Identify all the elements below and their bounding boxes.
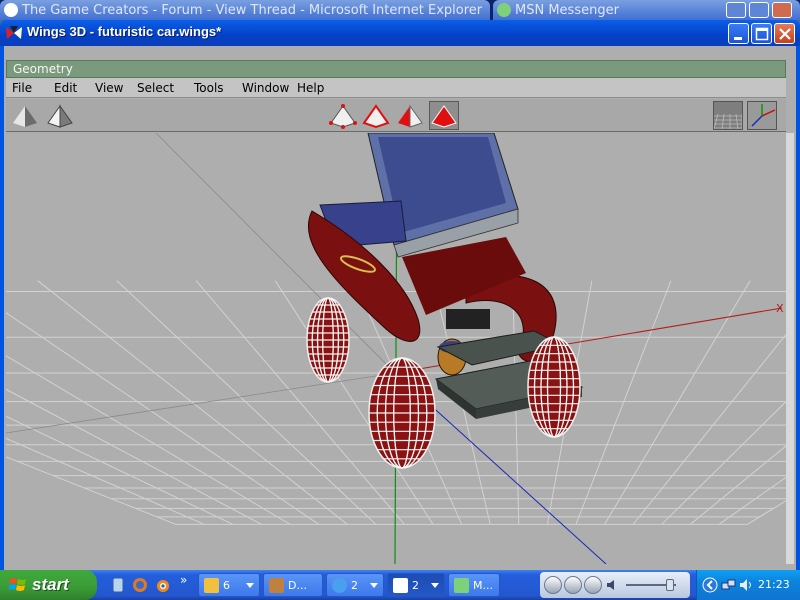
title-bar[interactable]: Wings 3D - futuristic car.wings* [0, 20, 800, 46]
menu-file[interactable]: File [12, 81, 32, 95]
wireframe-shaded-button[interactable] [45, 101, 75, 130]
axes-button[interactable] [747, 101, 777, 130]
wheel [306, 297, 350, 383]
wings3d-icon [393, 578, 408, 593]
smooth-shaded-button[interactable] [10, 101, 40, 130]
geometry-panel-title: Geometry [13, 62, 73, 76]
start-button[interactable]: start [0, 570, 97, 600]
task-button-folders[interactable]: 6 [198, 573, 260, 597]
menu-tools[interactable]: Tools [194, 81, 224, 95]
wings3d-app-icon [6, 26, 22, 39]
menu-view[interactable]: View [95, 81, 123, 95]
close-icon[interactable] [772, 2, 792, 18]
media-player-toolbar [540, 572, 690, 598]
minimize-button[interactable] [728, 23, 749, 44]
chevron-down-icon [431, 583, 439, 588]
background-window-title: The Game Creators - Forum - View Thread … [22, 3, 483, 18]
edge-mode-button[interactable] [361, 101, 391, 130]
start-label: start [32, 575, 69, 594]
network-icon[interactable] [720, 577, 736, 593]
background-window-ie[interactable]: The Game Creators - Forum - View Thread … [0, 0, 490, 20]
menu-bar: File Edit View Select Tools Window Help [6, 78, 786, 98]
task-button-app[interactable]: D... [263, 573, 323, 597]
pause-icon[interactable] [564, 576, 582, 594]
window-title: Wings 3D - futuristic car.wings* [27, 24, 222, 39]
x-axis-label: X [776, 302, 784, 315]
background-windows: The Game Creators - Forum - View Thread … [0, 0, 800, 20]
previous-icon[interactable] [544, 576, 562, 594]
close-icon [779, 28, 791, 40]
viewport-scroll-edge [786, 133, 794, 564]
folder-group-icon [204, 578, 219, 593]
maximize-icon[interactable] [749, 2, 769, 18]
face-mode-button[interactable] [395, 101, 425, 130]
ground-grid-icon [713, 102, 743, 130]
task-button-msn[interactable]: M... [448, 573, 500, 597]
close-button[interactable] [774, 23, 795, 44]
task-label: M... [473, 579, 493, 592]
system-tray: 21:23 [696, 570, 800, 600]
wheel [368, 357, 436, 469]
maximize-icon [755, 27, 769, 41]
volume-slider-knob[interactable] [666, 579, 674, 591]
minimize-icon [734, 37, 742, 40]
app-icon [269, 578, 284, 593]
vertex-mode-button[interactable] [328, 101, 358, 130]
edge-mode-icon [362, 104, 390, 129]
speaker-icon[interactable] [738, 577, 754, 593]
firefox-icon[interactable] [132, 577, 148, 593]
volume-icon[interactable] [606, 578, 620, 592]
internet-explorer-icon [4, 3, 18, 17]
vertex-mode-icon [329, 104, 357, 129]
geometry-panel-header[interactable]: Geometry [6, 60, 786, 78]
body-mode-button[interactable] [429, 101, 459, 130]
menu-help[interactable]: Help [297, 81, 324, 95]
ground-grid-button[interactable] [713, 101, 743, 130]
wings3d-window: Wings 3D - futuristic car.wings* Geometr… [0, 20, 800, 570]
body-mode-icon [431, 105, 457, 128]
tray-arrow-icon[interactable] [702, 577, 718, 593]
windows-flag-icon [9, 578, 26, 591]
task-label: 2 [351, 579, 358, 592]
chevron-down-icon [246, 583, 254, 588]
face-mode-icon [398, 104, 423, 128]
axes-icon [751, 104, 776, 127]
minimize-icon[interactable] [726, 2, 746, 18]
menu-window[interactable]: Window [242, 81, 289, 95]
taskbar: start » 6 D... 2 2 M... 21:23 [0, 570, 800, 600]
task-button-ie[interactable]: 2 [326, 573, 384, 597]
chevron-down-icon [370, 583, 378, 588]
internet-explorer-icon [332, 578, 347, 593]
task-label: 2 [412, 579, 419, 592]
msn-icon [497, 3, 511, 17]
smooth-shaded-icon [13, 106, 37, 127]
3d-viewport[interactable]: Y X [6, 133, 786, 564]
window-client-area: Geometry File Edit View Select Tools Win… [4, 46, 796, 570]
msn-icon [454, 578, 469, 593]
toolbar [6, 99, 786, 132]
task-label: D... [288, 579, 307, 592]
wheel [527, 336, 581, 438]
maximize-button[interactable] [751, 23, 772, 44]
scene-canvas[interactable]: Y X [6, 133, 786, 564]
blender-icon[interactable] [154, 577, 170, 593]
menu-select[interactable]: Select [137, 81, 174, 95]
background-window-title: MSN Messenger [515, 3, 619, 18]
menu-edit[interactable]: Edit [54, 81, 77, 95]
background-window-msn[interactable]: MSN Messenger [493, 0, 800, 20]
show-desktop-icon[interactable] [110, 577, 126, 593]
task-label: 6 [223, 579, 230, 592]
clock: 21:23 [758, 578, 790, 591]
next-icon[interactable] [584, 576, 602, 594]
quick-launch-more[interactable]: » [180, 573, 187, 587]
wireframe-shaded-icon [47, 104, 73, 128]
task-button-wings3d[interactable]: 2 [387, 573, 445, 597]
